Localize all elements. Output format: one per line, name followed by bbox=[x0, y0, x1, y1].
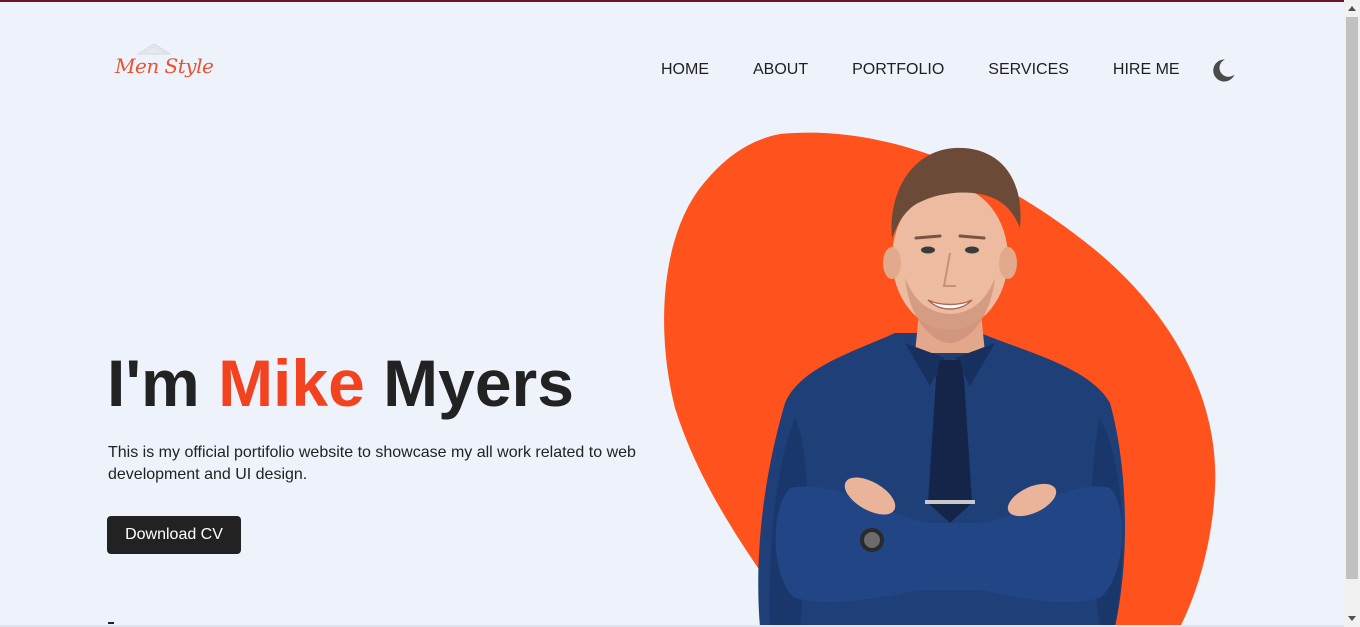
nav-hire-me[interactable]: HIRE ME bbox=[1113, 60, 1180, 80]
hero-title-surname: Myers bbox=[383, 346, 574, 420]
logo[interactable]: Men Style bbox=[110, 40, 214, 90]
nav-home[interactable]: HOME bbox=[661, 60, 709, 80]
scroll-down-icon[interactable] bbox=[1348, 616, 1356, 621]
main-nav: HOME ABOUT PORTFOLIO SERVICES HIRE ME bbox=[661, 59, 1235, 82]
nav-about[interactable]: ABOUT bbox=[753, 60, 808, 80]
hero-title-prefix: I'm bbox=[107, 346, 200, 420]
scrollbar[interactable] bbox=[1344, 0, 1360, 627]
hero-portrait bbox=[660, 128, 1230, 627]
scroll-thumb[interactable] bbox=[1346, 17, 1358, 579]
hero-title-name: Mike bbox=[218, 346, 365, 420]
page: Men Style HOME ABOUT PORTFOLIO SERVICES … bbox=[0, 0, 1344, 627]
bottom-dash bbox=[108, 622, 114, 624]
nav-portfolio[interactable]: PORTFOLIO bbox=[852, 60, 944, 80]
person-portrait-illustration bbox=[664, 132, 1216, 627]
hero-description: This is my official portifolio website t… bbox=[108, 444, 636, 483]
nav-services[interactable]: SERVICES bbox=[988, 60, 1069, 80]
hero-title: I'm Mike Myers bbox=[107, 345, 574, 421]
download-cv-button[interactable]: Download CV bbox=[107, 516, 241, 554]
moon-icon[interactable] bbox=[1210, 57, 1236, 83]
scroll-up-icon[interactable] bbox=[1348, 6, 1356, 11]
top-accent-line bbox=[0, 0, 1360, 2]
logo-text: Men Style bbox=[115, 54, 214, 78]
